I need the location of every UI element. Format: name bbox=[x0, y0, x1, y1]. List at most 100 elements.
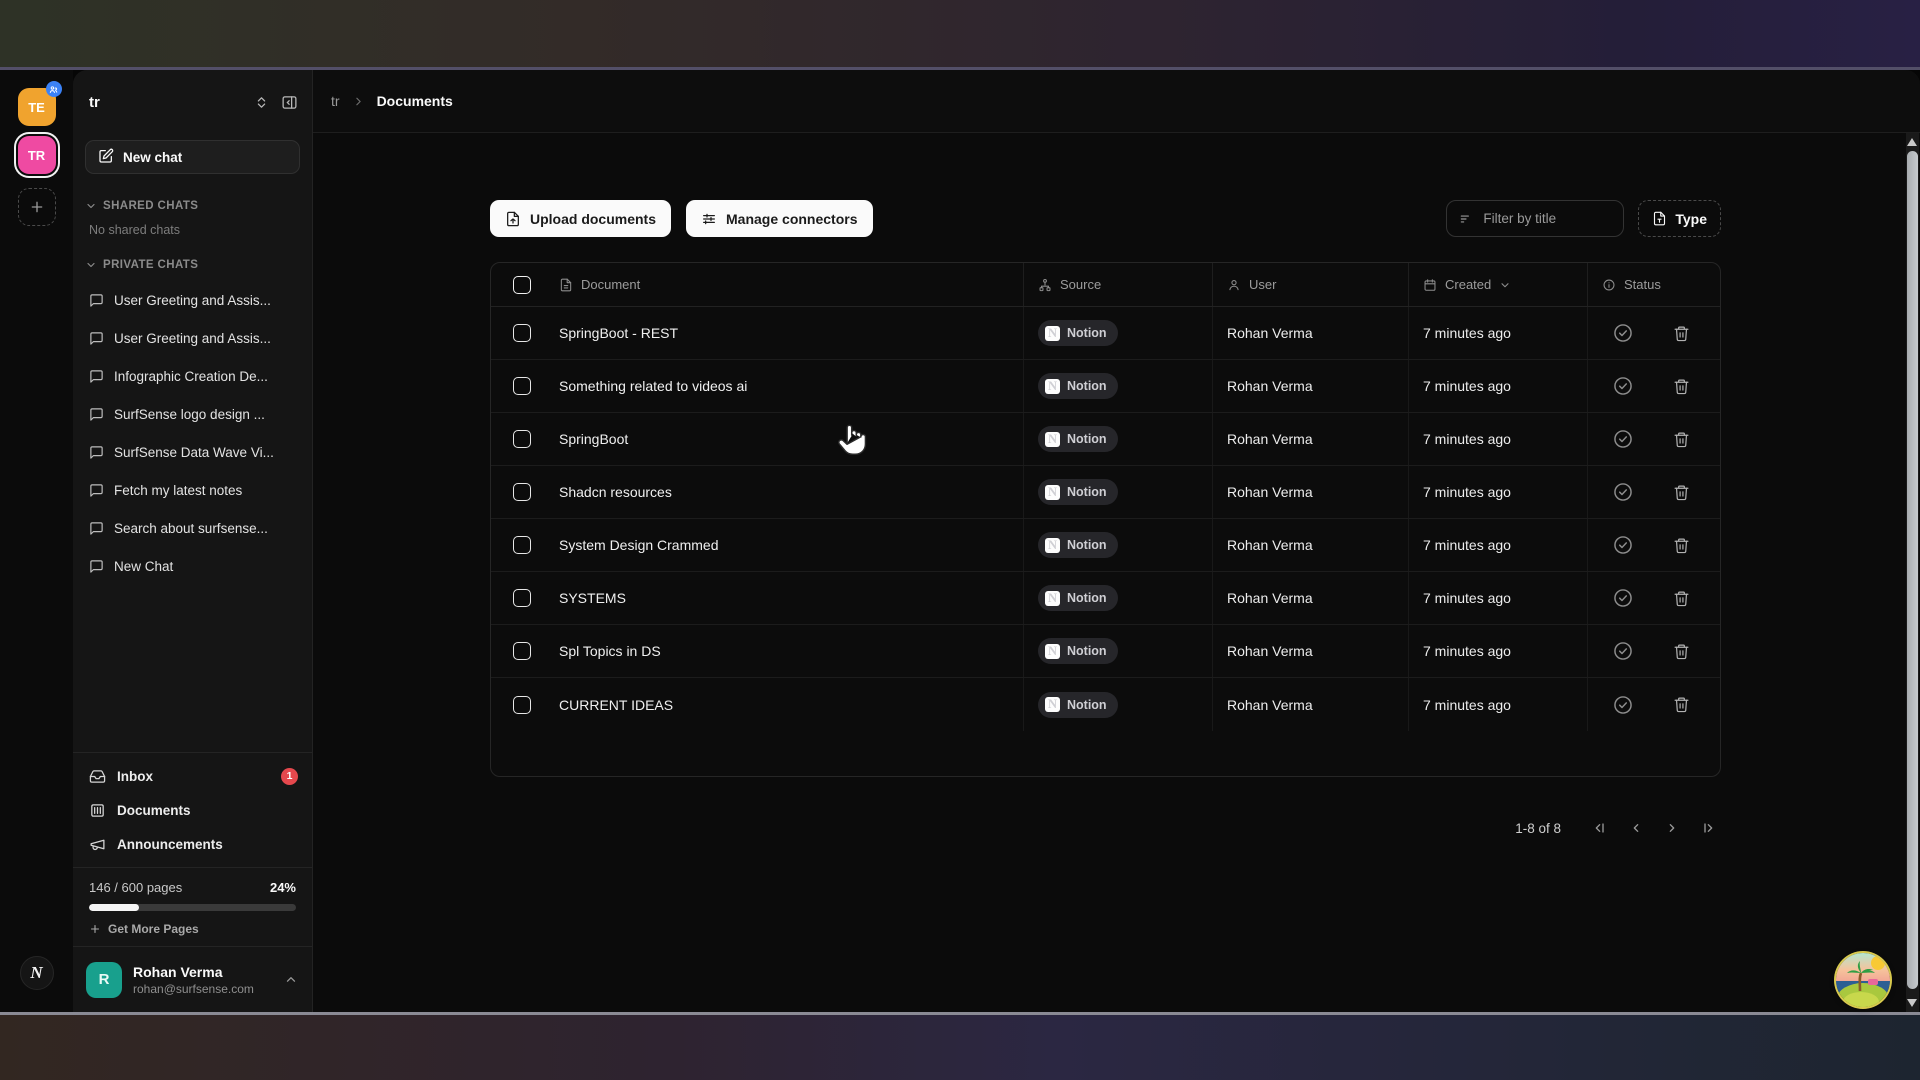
private-chats-section[interactable]: PRIVATE CHATS bbox=[85, 259, 300, 271]
status-cell bbox=[1588, 678, 1720, 731]
get-more-pages-button[interactable]: Get More Pages bbox=[89, 922, 296, 936]
add-workspace-button[interactable] bbox=[18, 188, 56, 226]
file-upload-icon bbox=[505, 211, 521, 227]
table-row[interactable]: CURRENT IDEAS N Notion Rohan Verma bbox=[491, 678, 1720, 731]
delete-row-button[interactable] bbox=[1673, 590, 1690, 607]
table-row[interactable]: Shadcn resources N Notion Rohan Verma bbox=[491, 466, 1720, 519]
file-text-icon bbox=[559, 278, 573, 292]
row-checkbox[interactable] bbox=[513, 324, 531, 342]
chat-list-item[interactable]: User Greeting and Assis... bbox=[73, 319, 312, 357]
collapse-sidebar-icon[interactable] bbox=[281, 94, 298, 111]
table-row[interactable]: SpringBoot - REST N Notion Rohan Verma bbox=[491, 307, 1720, 360]
manage-connectors-button[interactable]: Manage connectors bbox=[686, 200, 872, 237]
scroll-down-arrow[interactable] bbox=[1907, 999, 1917, 1007]
source-label: Notion bbox=[1067, 326, 1107, 340]
chat-list-item[interactable]: SurfSense logo design ... bbox=[73, 395, 312, 433]
workspace-avatar-tr[interactable]: TR bbox=[18, 136, 56, 174]
source-badge: N Notion bbox=[1038, 479, 1118, 505]
sidebar-nav-item[interactable]: Announcements bbox=[73, 827, 312, 861]
nav-icon bbox=[89, 768, 106, 785]
chat-bubble-icon bbox=[89, 407, 104, 422]
check-circle-icon bbox=[1612, 322, 1634, 344]
new-chat-label: New chat bbox=[123, 150, 182, 165]
column-header-created[interactable]: Created bbox=[1409, 263, 1588, 306]
scroll-up-arrow[interactable] bbox=[1907, 138, 1917, 146]
delete-row-button[interactable] bbox=[1673, 325, 1690, 342]
shared-chats-label: SHARED CHATS bbox=[103, 200, 198, 212]
source-cell: N Notion bbox=[1024, 572, 1213, 624]
first-page-button[interactable] bbox=[1587, 815, 1613, 841]
created-cell: 7 minutes ago bbox=[1409, 572, 1588, 624]
user-cell: Rohan Verma bbox=[1213, 307, 1409, 359]
plus-icon bbox=[89, 923, 101, 935]
document-cell: Shadcn resources bbox=[491, 466, 1024, 518]
new-chat-button[interactable]: New chat bbox=[85, 140, 300, 174]
no-shared-chats-text: No shared chats bbox=[89, 223, 300, 237]
select-all-checkbox[interactable] bbox=[513, 276, 531, 294]
delete-row-button[interactable] bbox=[1673, 537, 1690, 554]
sidebar-nav-item[interactable]: Inbox 1 bbox=[73, 759, 312, 793]
row-checkbox[interactable] bbox=[513, 430, 531, 448]
table-empty-space bbox=[491, 731, 1720, 776]
chat-list-item[interactable]: SurfSense Data Wave Vi... bbox=[73, 433, 312, 471]
column-label-source: Source bbox=[1060, 277, 1101, 292]
row-checkbox[interactable] bbox=[513, 483, 531, 501]
user-icon bbox=[1227, 278, 1241, 292]
upload-documents-button[interactable]: Upload documents bbox=[490, 200, 671, 237]
user-cell: Rohan Verma bbox=[1213, 413, 1409, 465]
status-cell bbox=[1588, 360, 1720, 412]
workspace-header: tr bbox=[73, 70, 312, 134]
chat-list-item[interactable]: Search about surfsense... bbox=[73, 509, 312, 547]
vertical-scrollbar[interactable] bbox=[1906, 133, 1919, 1012]
chat-list-item[interactable]: Infographic Creation De... bbox=[73, 357, 312, 395]
last-page-button[interactable] bbox=[1695, 815, 1721, 841]
status-cell bbox=[1588, 466, 1720, 518]
sidebar-nav-item[interactable]: Documents bbox=[73, 793, 312, 827]
workspace-avatar-te[interactable]: TE bbox=[18, 88, 56, 126]
chat-list-item[interactable]: New Chat bbox=[73, 547, 312, 585]
filter-by-title-input[interactable] bbox=[1483, 211, 1611, 226]
type-filter-button[interactable]: Type bbox=[1638, 200, 1721, 237]
nav-item-label: Announcements bbox=[117, 837, 223, 852]
breadcrumb-current: Documents bbox=[377, 93, 453, 109]
delete-row-button[interactable] bbox=[1673, 643, 1690, 660]
status-cell bbox=[1588, 307, 1720, 359]
delete-row-button[interactable] bbox=[1673, 431, 1690, 448]
scrollbar-thumb[interactable] bbox=[1907, 151, 1918, 989]
chevron-right-icon bbox=[352, 95, 365, 108]
previous-page-button[interactable] bbox=[1623, 815, 1649, 841]
screen: TE TR N tr bbox=[0, 0, 1920, 1080]
delete-row-button[interactable] bbox=[1673, 378, 1690, 395]
table-row[interactable]: Spl Topics in DS N Notion Rohan Verma bbox=[491, 625, 1720, 678]
chat-bubble-icon bbox=[89, 445, 104, 460]
row-checkbox[interactable] bbox=[513, 642, 531, 660]
table-row[interactable]: Something related to videos ai N Notion bbox=[491, 360, 1720, 413]
created-cell: 7 minutes ago bbox=[1409, 625, 1588, 677]
created-cell: 7 minutes ago bbox=[1409, 360, 1588, 412]
row-checkbox[interactable] bbox=[513, 696, 531, 714]
shared-chats-section[interactable]: SHARED CHATS bbox=[85, 200, 300, 212]
chat-list-item[interactable]: Fetch my latest notes bbox=[73, 471, 312, 509]
workspace-switcher-icon[interactable] bbox=[254, 95, 269, 110]
filter-icon bbox=[1459, 212, 1473, 226]
user-menu[interactable]: R Rohan Verma rohan@surfsense.com bbox=[73, 946, 312, 1012]
user-email: rohan@surfsense.com bbox=[133, 982, 273, 996]
check-circle-icon bbox=[1612, 481, 1634, 503]
table-row[interactable]: System Design Crammed N Notion Rohan Ve bbox=[491, 519, 1720, 572]
document-title: SYSTEMS bbox=[559, 590, 626, 606]
row-checkbox[interactable] bbox=[513, 377, 531, 395]
table-row[interactable]: SYSTEMS N Notion Rohan Verma bbox=[491, 572, 1720, 625]
next-page-button[interactable] bbox=[1659, 815, 1685, 841]
status-cell bbox=[1588, 413, 1720, 465]
nav-item-label: Documents bbox=[117, 803, 191, 818]
row-checkbox[interactable] bbox=[513, 589, 531, 607]
chevron-up-icon bbox=[284, 973, 298, 987]
delete-row-button[interactable] bbox=[1673, 484, 1690, 501]
row-checkbox[interactable] bbox=[513, 536, 531, 554]
table-row[interactable]: SpringBoot N Notion Rohan Verma bbox=[491, 413, 1720, 466]
chat-list-item[interactable]: User Greeting and Assis... bbox=[73, 281, 312, 319]
delete-row-button[interactable] bbox=[1673, 696, 1690, 713]
document-cell: SpringBoot bbox=[491, 413, 1024, 465]
breadcrumb-workspace[interactable]: tr bbox=[331, 93, 340, 109]
user-cell: Rohan Verma bbox=[1213, 360, 1409, 412]
